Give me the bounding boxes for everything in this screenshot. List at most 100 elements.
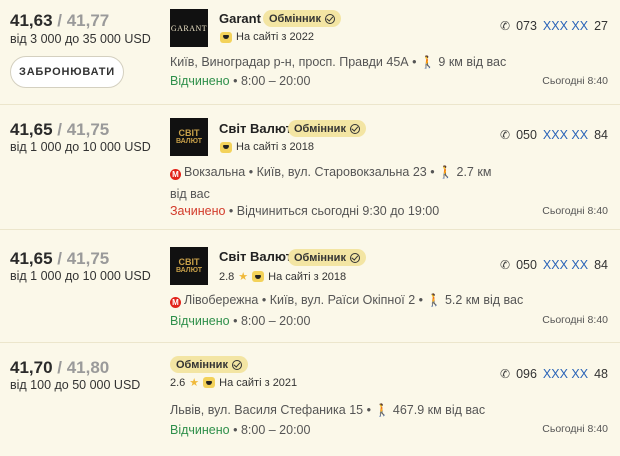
sell-rate: 41,75 bbox=[66, 249, 110, 268]
since-text: На сайті з 2018 bbox=[236, 141, 314, 153]
logo-line-2: ВАЛЮТ bbox=[175, 137, 203, 145]
updated-time: Сьогодні 8:40 bbox=[542, 205, 608, 217]
check-circle-icon bbox=[231, 359, 242, 370]
rating-value: 2.8 bbox=[219, 270, 235, 283]
since-text: На сайті з 2018 bbox=[268, 270, 347, 283]
sell-rate: 41,77 bbox=[66, 11, 110, 30]
logo-line-1: СВІТ bbox=[178, 127, 200, 138]
rate-separator: / bbox=[52, 358, 67, 377]
rate-pair: 41,63 / 41,77 bbox=[10, 11, 109, 31]
since-text: На сайті з 2022 bbox=[236, 31, 314, 43]
address-text: Київ, Виноградар р-н, просп. Правди 45А bbox=[170, 55, 409, 69]
phone-reveal-link[interactable]: XXX XX bbox=[543, 128, 588, 142]
exchanger-logo[interactable]: СВІТ ВАЛЮТ bbox=[170, 247, 208, 285]
phone-prefix: 096 bbox=[516, 367, 537, 381]
phone-suffix: 27 bbox=[594, 19, 608, 33]
buy-rate: 41,63 bbox=[10, 11, 53, 30]
exchanger-type-badge: Обмінник bbox=[288, 120, 366, 137]
rate-pair: 41,65 / 41,75 bbox=[10, 249, 109, 269]
walking-person-icon: 🚶 bbox=[438, 165, 454, 179]
listing-svit-valyut-vokzalna[interactable]: 41,65 / 41,75 від 1 000 до 10 000 USD СВ… bbox=[0, 105, 620, 230]
status-open: Відчинено bbox=[170, 314, 230, 328]
amount-range: від 1 000 до 10 000 USD bbox=[10, 140, 151, 154]
phone-prefix: 073 bbox=[516, 19, 537, 33]
status-line: Відчинено • 8:00 – 20:00 bbox=[170, 314, 310, 328]
address-line: M Лівобережна • Київ, вул. Раїси Окіпної … bbox=[170, 289, 523, 311]
buy-rate: 41,65 bbox=[10, 249, 53, 268]
distance-text: 467.9 км від вас bbox=[392, 403, 486, 417]
phone-suffix: 84 bbox=[594, 258, 608, 272]
logo-line-1: СВІТ bbox=[178, 256, 200, 267]
buy-rate: 41,70 bbox=[10, 358, 53, 377]
phone-icon: ✆ bbox=[500, 258, 511, 272]
phone-suffix: 48 bbox=[594, 367, 608, 381]
site-badge-icon bbox=[220, 141, 232, 153]
since-line: На сайті з 2018 bbox=[220, 141, 314, 153]
walking-person-icon: 🚶 bbox=[419, 55, 435, 69]
address-line: Львів, вул. Василя Стефаника 15 • 🚶 467.… bbox=[170, 403, 486, 417]
listing-garant[interactable]: 41,63 / 41,77 від 3 000 до 35 000 USD ЗА… bbox=[0, 0, 620, 105]
walking-person-icon: 🚶 bbox=[426, 293, 442, 307]
status-line: Відчинено • 8:00 – 20:00 bbox=[170, 423, 310, 437]
status-open: Відчинено bbox=[170, 423, 230, 437]
status-open: Відчинено bbox=[170, 74, 230, 88]
phone-number[interactable]: ✆ 073 XXX XX 27 bbox=[500, 19, 608, 33]
address-text: Київ, вул. Старовокзальна 23 bbox=[256, 165, 427, 179]
sell-rate: 41,80 bbox=[66, 358, 110, 377]
phone-icon: ✆ bbox=[500, 19, 511, 33]
phone-number[interactable]: ✆ 096 XXX XX 48 bbox=[500, 367, 608, 381]
exchanger-type-badge: Обмінник bbox=[288, 249, 366, 266]
listing-svit-valyut-livoberezhna[interactable]: 41,65 / 41,75 від 1 000 до 10 000 USD СВ… bbox=[0, 230, 620, 343]
status-hours: • 8:00 – 20:00 bbox=[229, 423, 311, 437]
badge-label: Обмінник bbox=[269, 12, 321, 25]
exchanger-name[interactable]: Світ Валют bbox=[219, 249, 292, 264]
status-closed: Зачинено bbox=[170, 204, 226, 218]
buy-rate: 41,65 bbox=[10, 120, 53, 139]
status-line: Зачинено • Відчиниться сьогодні 9:30 до … bbox=[170, 204, 439, 218]
star-icon: ★ bbox=[238, 271, 249, 283]
phone-icon: ✆ bbox=[500, 128, 511, 142]
check-circle-icon bbox=[349, 252, 360, 263]
site-badge-icon bbox=[203, 377, 216, 388]
updated-time: Сьогодні 8:40 bbox=[542, 314, 608, 326]
amount-range: від 100 до 50 000 USD bbox=[10, 378, 141, 392]
phone-reveal-link[interactable]: XXX XX bbox=[543, 258, 588, 272]
rating-line: 2.6 ★ На сайті з 2021 bbox=[170, 376, 298, 390]
check-circle-icon bbox=[324, 13, 335, 24]
phone-prefix: 050 bbox=[516, 128, 537, 142]
check-circle-icon bbox=[349, 123, 360, 134]
exchanger-name[interactable]: Garant bbox=[219, 11, 261, 26]
badge-label: Обмінник bbox=[176, 358, 228, 371]
distance-text: 9 км від вас bbox=[438, 55, 507, 69]
site-badge-icon bbox=[252, 271, 265, 282]
phone-number[interactable]: ✆ 050 XXX XX 84 bbox=[500, 258, 608, 272]
phone-reveal-link[interactable]: XXX XX bbox=[543, 367, 588, 381]
exchanger-logo[interactable]: СВІТ ВАЛЮТ bbox=[170, 118, 208, 156]
phone-icon: ✆ bbox=[500, 367, 511, 381]
status-hours: • Відчиниться сьогодні 9:30 до 19:00 bbox=[225, 204, 440, 218]
updated-time: Сьогодні 8:40 bbox=[542, 423, 608, 435]
phone-prefix: 050 bbox=[516, 258, 537, 272]
exchanger-type-badge: Обмінник bbox=[263, 10, 341, 27]
status-hours: • 8:00 – 20:00 bbox=[229, 314, 311, 328]
amount-range: від 1 000 до 10 000 USD bbox=[10, 269, 151, 283]
listing-lviv[interactable]: 41,70 / 41,80 від 100 до 50 000 USD Обмі… bbox=[0, 343, 620, 456]
walking-person-icon: 🚶 bbox=[374, 403, 390, 417]
exchanger-name[interactable]: Світ Валют bbox=[219, 121, 292, 136]
rate-separator: / bbox=[52, 120, 67, 139]
exchanger-type-badge: Обмінник bbox=[170, 356, 248, 373]
phone-number[interactable]: ✆ 050 XXX XX 84 bbox=[500, 128, 608, 142]
rate-pair: 41,70 / 41,80 bbox=[10, 358, 109, 378]
site-badge-icon bbox=[220, 31, 232, 43]
exchanger-logo[interactable]: GARANT bbox=[170, 9, 208, 47]
since-text: На сайті з 2021 bbox=[219, 376, 298, 389]
rating-line: 2.8 ★ На сайті з 2018 bbox=[219, 270, 347, 284]
amount-range: від 3 000 до 35 000 USD bbox=[10, 32, 151, 46]
metro-icon: M bbox=[170, 169, 181, 180]
phone-reveal-link[interactable]: XXX XX bbox=[543, 19, 588, 33]
book-button[interactable]: ЗАБРОНЮВАТИ bbox=[10, 56, 124, 88]
rating-value: 2.6 bbox=[170, 376, 186, 389]
rate-separator: / bbox=[52, 249, 67, 268]
since-line: На сайті з 2022 bbox=[220, 31, 314, 43]
metro-station: Вокзальна bbox=[184, 165, 246, 179]
